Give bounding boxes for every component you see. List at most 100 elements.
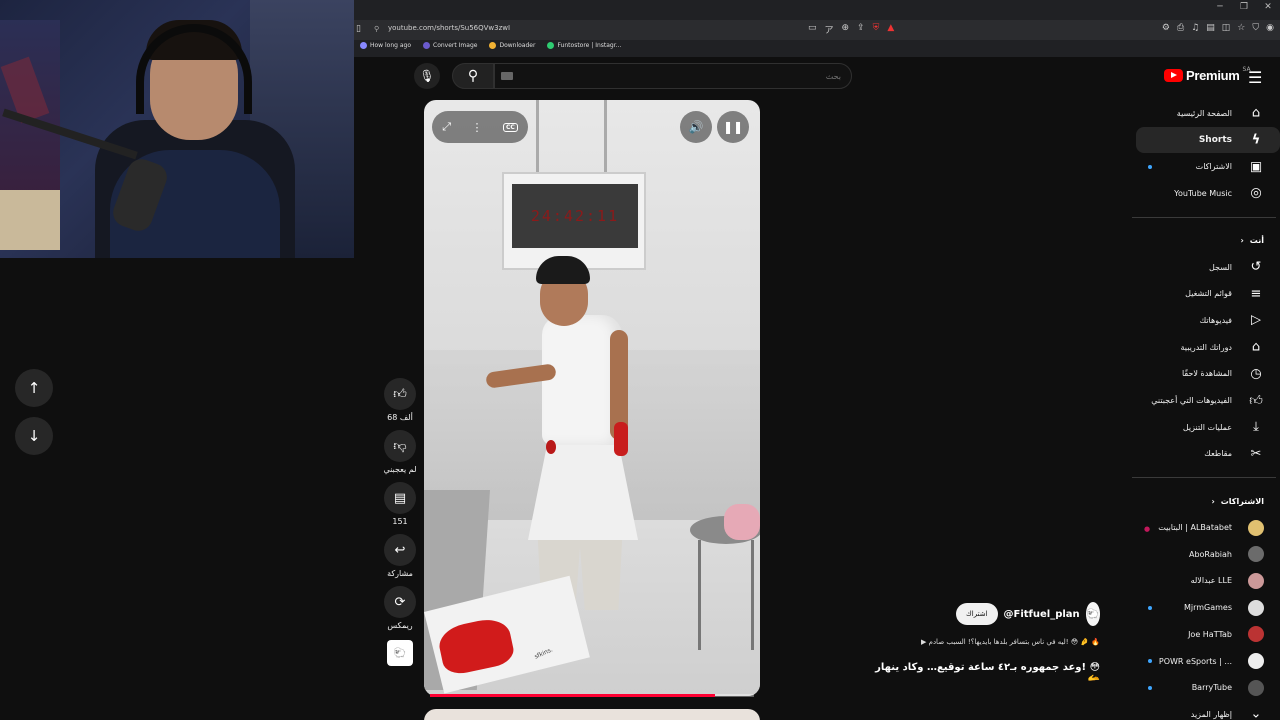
like-button[interactable]: 👍︎ 68 ألف [384,378,416,422]
history-icon: ↺ [1250,259,1262,275]
sub-channel-lle[interactable]: عبدالاله LLE [1128,568,1280,595]
video-description[interactable]: ▶ ليه في ناس بتسافر بلدها بايديها؟! السب… [860,638,1100,646]
screenshot-icon[interactable]: ⎙ [1177,23,1184,33]
close-icon[interactable]: ✕ [1256,2,1280,18]
sidebar-item-subscriptions[interactable]: الاشتراكات ▣ [1128,153,1280,180]
sub-channel-barrytube[interactable]: BarryTube [1128,674,1280,701]
url-text[interactable]: youtube.com/shorts/Su56QVw3zwI [388,24,510,32]
sidebar-item-downloads[interactable]: عمليات التنزيل ⤓ [1128,414,1280,441]
sidebar: الصفحة الرئيسية ⌂ Shorts ϟ الاشتراكات ▣ You… [1128,100,1280,720]
remix-button[interactable]: ⟳ ريمكس [384,586,416,630]
sidebar-item-courses[interactable]: دوراتك التدريبية ⌂ [1128,334,1280,361]
fullscreen-icon[interactable]: ⤢ [442,120,451,134]
video-title[interactable]: وعد جمهوره بـ٤٢ ساعة توقيع… وكاد ينهار! … [860,662,1100,684]
sidebar-item-history[interactable]: السجل ↺ [1128,254,1280,281]
split-view-icon[interactable]: ◫ [1222,23,1231,33]
bookmark-funtostore[interactable]: Funtostore | Instagr... [547,42,621,49]
section-subscriptions-header[interactable]: › الاشتراكات [1128,488,1280,514]
divider [1132,216,1276,218]
restore-icon[interactable]: ❐ [1232,2,1256,18]
minimize-icon[interactable]: ─ [1208,2,1232,18]
translate-icon[interactable]: ア [825,23,834,36]
channel-avatar[interactable]: 🐑 [1085,602,1100,626]
channel-handle[interactable]: @Fitfuel_plan [1004,609,1080,620]
sidebar-item-liked-videos[interactable]: الفيديوهات التي أعجبتني 👍︎ [1128,387,1280,414]
thumbs-down-icon: 👎︎ [393,438,407,454]
comments-button[interactable]: ▤ 151 [384,482,416,526]
countdown-screen: 24:42:11 [502,172,646,270]
avatar [1248,572,1264,589]
profile-icon[interactable]: ◉ [1266,23,1274,33]
search-input[interactable] [494,63,852,89]
shorts-video-player[interactable]: 24:42:11 sfkins. [424,100,760,696]
show-more-button[interactable]: إظهار المزيد ⌄ [1128,701,1280,720]
sidebar-item-your-videos[interactable]: فيديوهاتك ▷ [1128,307,1280,334]
sub-channel-joe-hattab[interactable]: Joe HaTTab [1128,621,1280,648]
sub-channel-mjrmgames[interactable]: MjrmGames [1128,594,1280,621]
zoom-icon[interactable]: ⊕ [842,23,850,36]
chevron-right-icon: › [1211,496,1215,506]
sidebar-item-watch-later[interactable]: المشاهدة لاحقًا ◷ [1128,361,1280,388]
keyboard-icon[interactable] [501,72,513,80]
arrow-down-icon: ↓ [27,427,41,445]
cast-icon[interactable]: ▭ [808,23,817,36]
more-options-icon[interactable]: ⋮ [471,121,482,134]
browser-chrome: ─ ❐ ✕ ▯ ⚲ youtube.com/shorts/Su56QVw3zwI… [354,0,1280,57]
pause-button[interactable]: ❚❚ [717,111,749,143]
vpn-icon[interactable]: ⛉ [1252,23,1259,33]
rewards-icon[interactable]: ▲ [887,23,894,36]
channel-row: اشتراك @Fitfuel_plan 🐑 [956,602,1100,626]
screen: ─ ❐ ✕ ▯ ⚲ youtube.com/shorts/Su56QVw3zwI… [0,0,1280,720]
sidebar-toggle-icon[interactable]: ▯ [356,24,361,34]
sub-channel-albatabet[interactable]: ●︎ البتابيت | ALBatabet [1128,514,1280,541]
avatar [1248,599,1264,616]
address-bar[interactable]: ▯ ⚲ youtube.com/shorts/Su56QVw3zwI ▭ ア ⊕… [354,20,1280,40]
sidebar-item-home[interactable]: الصفحة الرئيسية ⌂ [1128,100,1280,127]
sub-channel-aborabiah[interactable]: AboRabiah [1128,541,1280,568]
new-content-dot [1148,685,1152,690]
sidebar-item-youtube-music[interactable]: YouTube Music ◎ [1128,180,1280,207]
shield-icon[interactable]: ⛨ [873,23,880,36]
next-short-button[interactable]: ↓ [15,417,53,455]
section-you-header[interactable]: › أنت [1128,228,1280,254]
channel-thumbnail[interactable]: 🐑 [387,640,413,666]
bookmark-favicon-icon [360,42,367,49]
chevron-right-icon: › [1240,236,1244,246]
search-button[interactable]: ⚲ [452,63,494,89]
sidebar-item-shorts[interactable]: Shorts ϟ [1136,126,1280,154]
youtube-play-icon [1164,69,1183,82]
avatar [1248,679,1264,696]
share-arrow-icon: ↩ [394,542,406,558]
avatar [1248,653,1264,670]
bookmark-how-long-ago[interactable]: How long ago [360,42,411,49]
dislike-button[interactable]: 👎︎ لم يعجبني [383,430,417,474]
previous-short-button[interactable]: ↑ [15,369,53,407]
video-progress-bar[interactable] [430,694,754,697]
pause-icon: ❚❚ [722,120,744,134]
captions-icon[interactable]: CC [502,122,518,132]
bookmark-favicon-icon [547,42,555,49]
next-short-preview[interactable] [424,709,760,720]
voice-search-button[interactable]: 🎙 [414,63,440,89]
site-info-icon[interactable]: ⚲ [374,25,379,33]
video-controls-left: ⤢ ⋮ CC [432,111,528,143]
favorites-icon[interactable]: ☆ [1237,23,1245,33]
subscribe-button[interactable]: اشتراك [956,603,998,625]
sidebar-item-clips[interactable]: مقاطعك ✂ [1128,441,1280,468]
channel-logo-icon: 🐑 [1086,608,1100,620]
share-icon[interactable]: ⇪ [857,23,865,36]
bookmark-downloader[interactable]: Downloader [489,42,535,49]
youtube-premium-logo[interactable]: Premium SA [1164,66,1251,83]
music-ext-icon[interactable]: ♫ [1191,23,1199,33]
extension-icon[interactable]: ⚙ [1162,23,1170,33]
bookmark-convert-image[interactable]: Convert Image [423,42,477,49]
comment-icon: ▤ [393,490,407,506]
sub-channel-powr-esports[interactable]: POWR eSports | ... [1128,648,1280,675]
volume-button[interactable]: 🔊 [680,111,712,143]
reader-icon[interactable]: ▤ [1206,23,1215,33]
courses-icon: ⌂ [1251,339,1261,355]
share-button[interactable]: ↩ مشاركة [384,534,416,578]
sidebar-item-playlists[interactable]: قوائم التشغيل ≡ [1128,280,1280,307]
new-content-dot [1148,605,1152,610]
window-controls: ─ ❐ ✕ [1208,2,1280,18]
